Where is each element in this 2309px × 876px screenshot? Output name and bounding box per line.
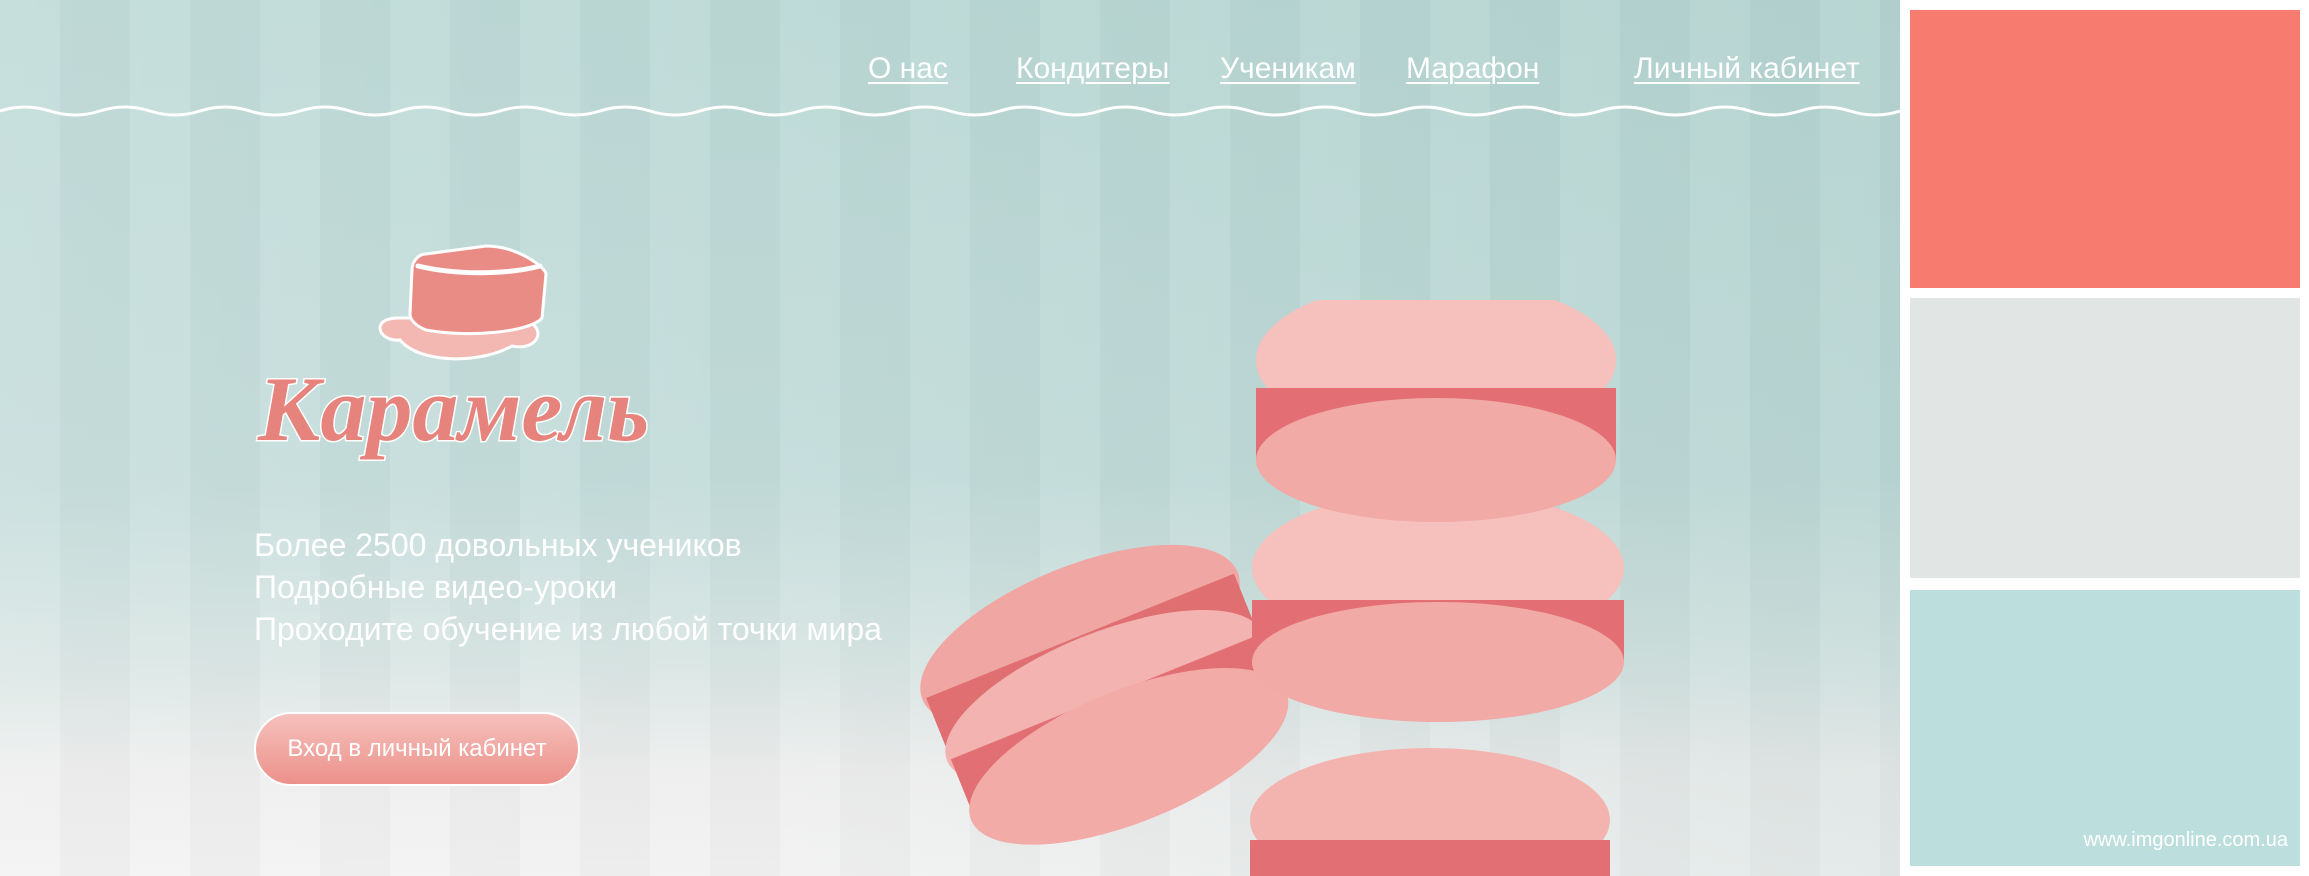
brand-logo[interactable]: Карамель xyxy=(250,240,710,480)
hero-banner: О нас Кондитеры Ученикам Марафон Личный … xyxy=(0,0,1900,876)
macarons-photo xyxy=(920,300,1624,876)
wavy-divider xyxy=(0,105,1900,117)
palette-swatch-grey xyxy=(1910,298,2300,578)
macaron-top xyxy=(1256,300,1616,522)
logo-wordmark: Карамель xyxy=(257,358,649,460)
feature-item: Подробные видео-уроки xyxy=(254,569,617,605)
nav-link-students[interactable]: Ученикам xyxy=(1220,52,1356,86)
palette-swatch-mint: www.imgonline.com.ua xyxy=(1910,590,2300,866)
macaron-bottom xyxy=(1250,748,1610,876)
feature-list: Более 2500 довольных учеников Подробные … xyxy=(254,524,882,650)
watermark-text: www.imgonline.com.ua xyxy=(2083,829,2288,851)
nav-link-confectioners[interactable]: Кондитеры xyxy=(1016,52,1169,86)
login-button[interactable]: Вход в личный кабинет xyxy=(254,712,580,786)
macaron-left xyxy=(920,544,1289,845)
caramel-icon xyxy=(378,244,548,361)
feature-item: Более 2500 довольных учеников xyxy=(254,527,742,563)
nav-link-about[interactable]: О нас xyxy=(868,52,948,86)
palette-swatch-coral xyxy=(1910,10,2300,288)
feature-item: Проходите обучение из любой точки мира xyxy=(254,611,882,647)
macaron-middle xyxy=(1252,490,1624,722)
nav-link-marathon[interactable]: Марафон xyxy=(1406,52,1539,86)
nav-link-account[interactable]: Личный кабинет xyxy=(1634,52,1860,86)
